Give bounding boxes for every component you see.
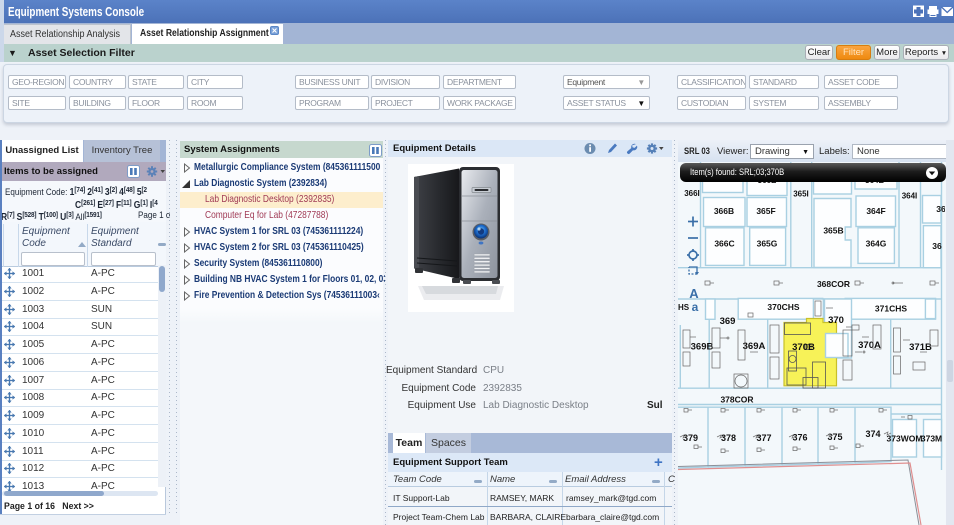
- svg-text:365B: 365B: [823, 226, 843, 236]
- svg-text:36: 36: [932, 241, 942, 251]
- svg-text:370: 370: [828, 315, 844, 326]
- svg-text:369A: 369A: [743, 341, 766, 352]
- svg-text:365I: 365I: [793, 190, 809, 199]
- svg-text:371CHS: 371CHS: [875, 304, 907, 314]
- svg-text:A: A: [689, 286, 699, 301]
- svg-text:373WOM: 373WOM: [887, 434, 923, 444]
- svg-text:365F: 365F: [756, 206, 775, 216]
- svg-text:373M: 373M: [921, 434, 942, 444]
- svg-text:364G: 364G: [866, 239, 887, 249]
- svg-text:HS: HS: [678, 303, 690, 312]
- svg-text:370A: 370A: [858, 340, 881, 351]
- svg-text:366I: 366I: [684, 189, 700, 198]
- svg-text:365G: 365G: [757, 239, 778, 249]
- svg-text:370CHS: 370CHS: [767, 302, 799, 312]
- svg-text:a: a: [692, 300, 699, 314]
- svg-text:369B: 369B: [691, 342, 714, 353]
- svg-text:370B: 370B: [792, 342, 815, 353]
- svg-text:374: 374: [865, 429, 880, 439]
- svg-text:364F: 364F: [866, 206, 885, 216]
- svg-text:366C: 366C: [714, 239, 734, 249]
- svg-text:378: 378: [721, 433, 736, 443]
- svg-text:364I: 364I: [902, 192, 918, 201]
- svg-text:368COR: 368COR: [817, 279, 850, 289]
- svg-text:378COR: 378COR: [720, 395, 753, 405]
- svg-text:376: 376: [792, 433, 807, 443]
- svg-text:377: 377: [756, 433, 771, 443]
- svg-text:36: 36: [936, 204, 945, 214]
- svg-text:379: 379: [683, 433, 698, 443]
- svg-text:369: 369: [720, 316, 736, 327]
- svg-text:371B: 371B: [909, 342, 932, 353]
- svg-text:366B: 366B: [714, 206, 734, 216]
